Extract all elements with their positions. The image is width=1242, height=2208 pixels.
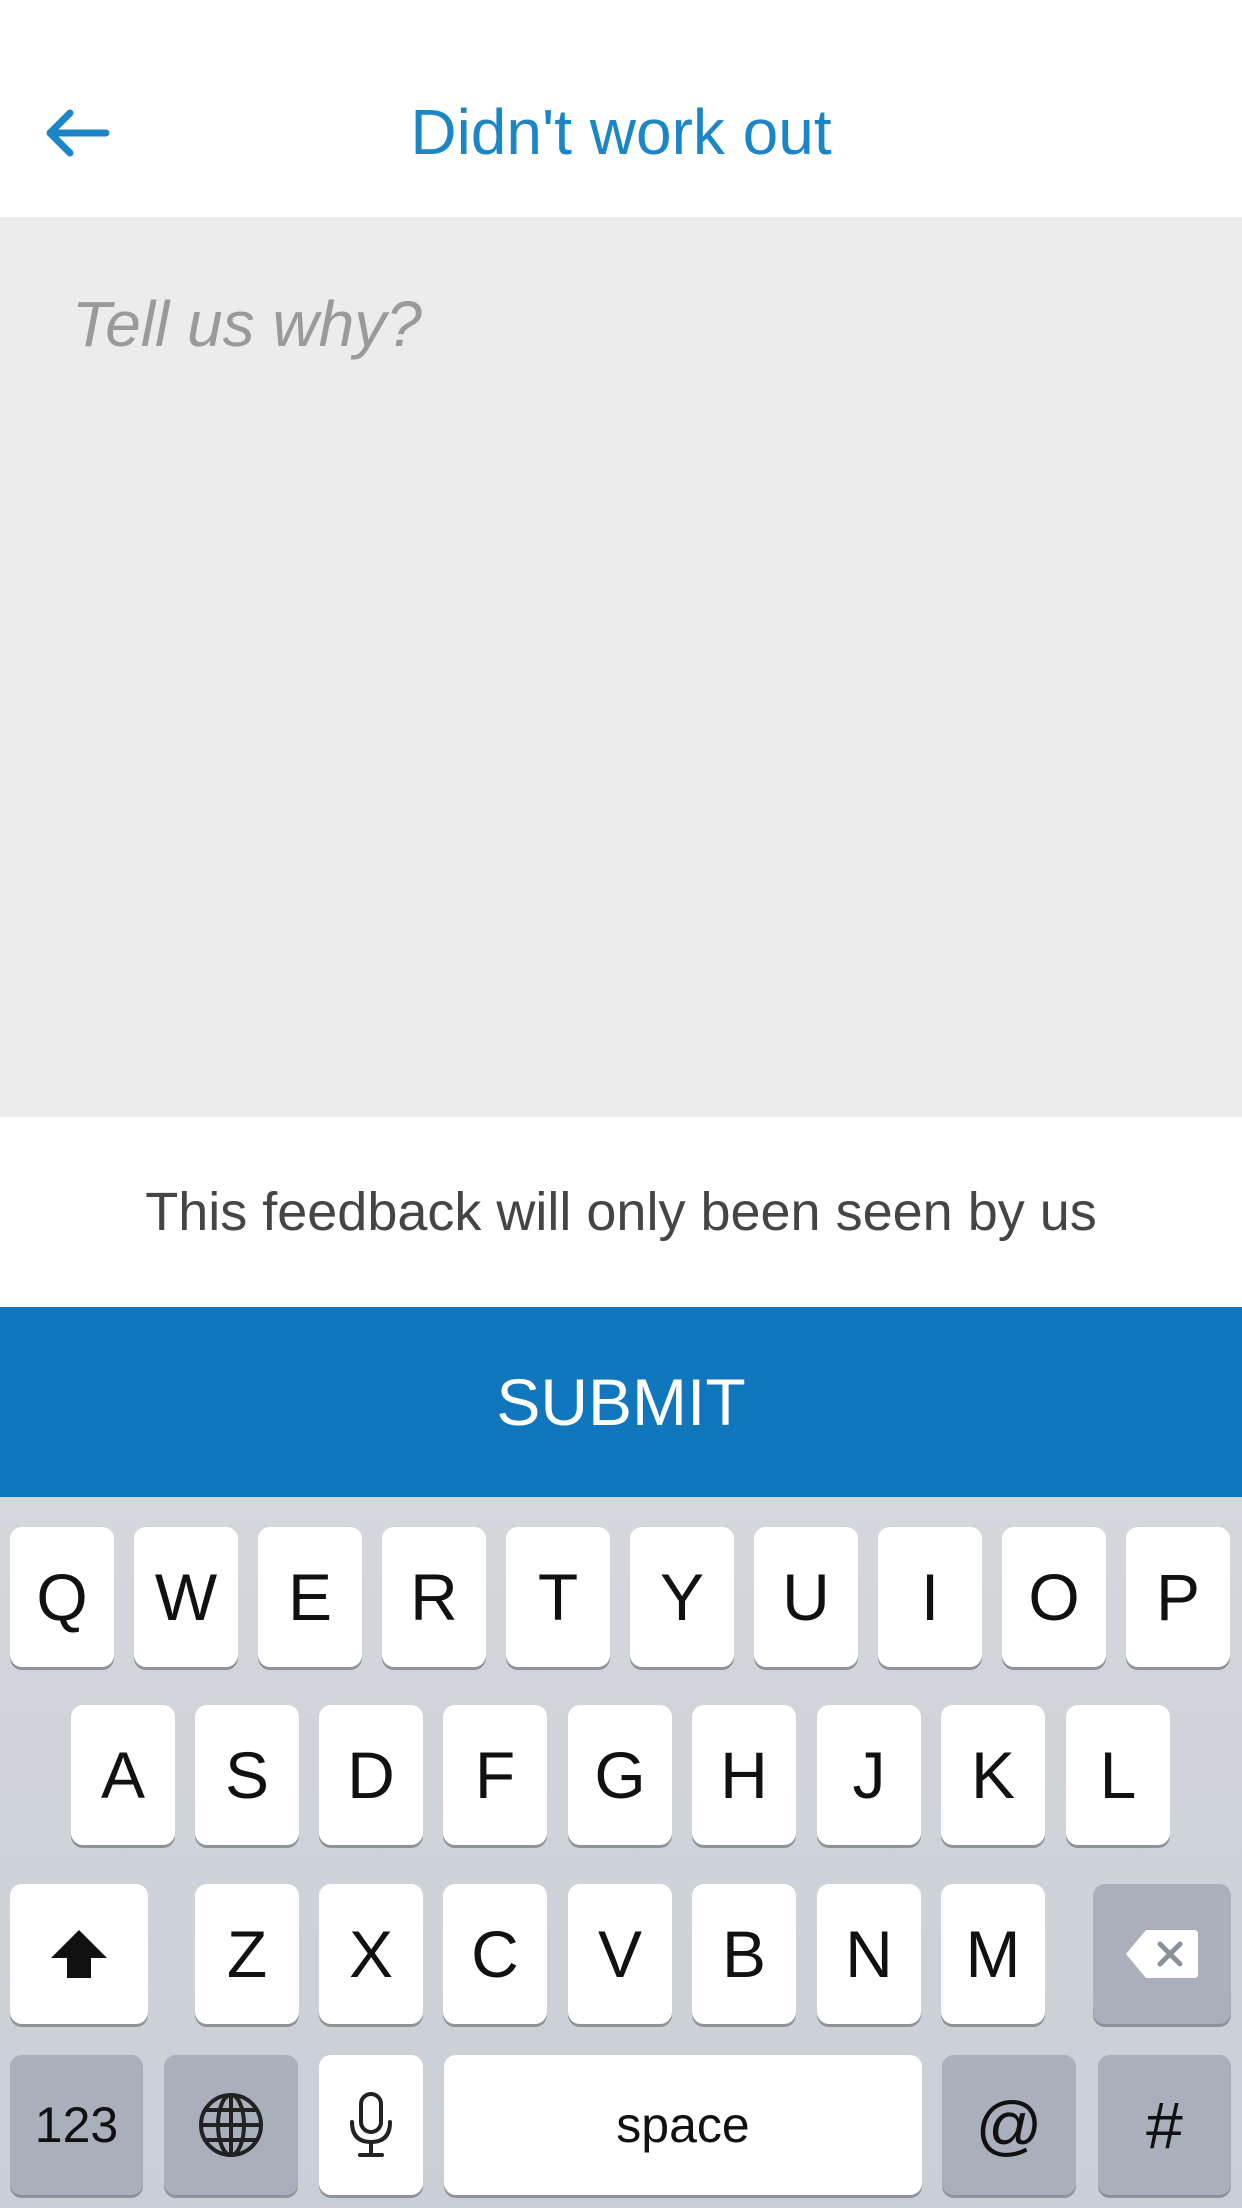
page-title: Didn't work out (410, 96, 832, 168)
key-l[interactable]: L (1066, 1705, 1170, 1845)
submit-button[interactable]: SUBMIT (0, 1307, 1242, 1497)
feedback-area (0, 217, 1242, 1117)
key-y[interactable]: Y (630, 1527, 734, 1667)
key-f[interactable]: F (443, 1705, 547, 1845)
shift-arrow-icon (47, 1926, 111, 1982)
keyboard: Q W E R T Y U I O P A S D F G H J K L Z … (0, 1497, 1242, 2208)
at-key[interactable]: @ (942, 2055, 1076, 2195)
backspace-icon (1122, 1926, 1202, 1982)
key-d[interactable]: D (319, 1705, 423, 1845)
key-v[interactable]: V (568, 1884, 672, 2024)
microphone-icon (348, 2090, 394, 2160)
privacy-notice: This feedback will only been seen by us (145, 1182, 1097, 1242)
key-i[interactable]: I (878, 1527, 982, 1667)
numbers-key[interactable]: 123 (10, 2055, 143, 2195)
key-r[interactable]: R (382, 1527, 486, 1667)
key-k[interactable]: K (941, 1705, 1045, 1845)
key-p[interactable]: P (1126, 1527, 1230, 1667)
dictation-key[interactable] (319, 2055, 423, 2195)
header: Didn't work out (0, 0, 1242, 217)
key-j[interactable]: J (817, 1705, 921, 1845)
shift-key[interactable] (10, 1884, 148, 2024)
delete-key[interactable] (1093, 1884, 1231, 2024)
key-m[interactable]: M (941, 1884, 1045, 2024)
key-q[interactable]: Q (10, 1527, 114, 1667)
key-g[interactable]: G (568, 1705, 672, 1845)
key-n[interactable]: N (817, 1884, 921, 2024)
key-e[interactable]: E (258, 1527, 362, 1667)
key-u[interactable]: U (754, 1527, 858, 1667)
hash-key[interactable]: # (1098, 2055, 1231, 2195)
key-w[interactable]: W (134, 1527, 238, 1667)
globe-key[interactable] (164, 2055, 298, 2195)
globe-icon (196, 2090, 266, 2160)
key-s[interactable]: S (195, 1705, 299, 1845)
key-c[interactable]: C (443, 1884, 547, 2024)
feedback-input[interactable] (0, 217, 1242, 1117)
key-h[interactable]: H (692, 1705, 796, 1845)
key-a[interactable]: A (71, 1705, 175, 1845)
key-b[interactable]: B (692, 1884, 796, 2024)
key-o[interactable]: O (1002, 1527, 1106, 1667)
key-x[interactable]: X (319, 1884, 423, 2024)
key-t[interactable]: T (506, 1527, 610, 1667)
key-z[interactable]: Z (195, 1884, 299, 2024)
space-key[interactable]: space (444, 2055, 922, 2195)
